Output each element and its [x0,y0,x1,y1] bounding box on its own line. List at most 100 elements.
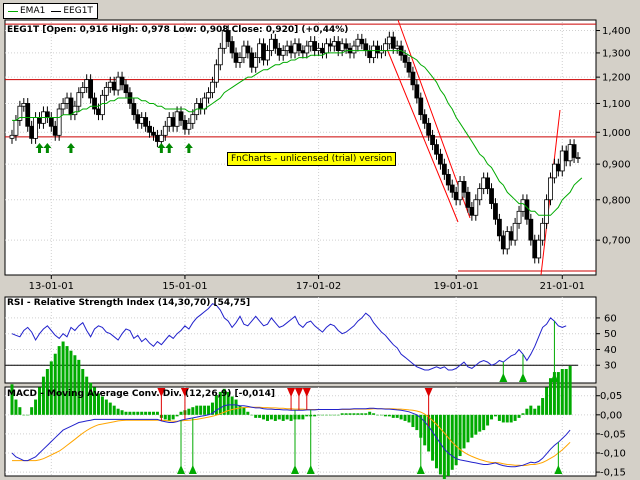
macd-hist-bar [497,414,501,421]
candle-body [284,45,290,52]
candle-body [68,97,74,116]
macd-hist-bar [273,414,277,421]
candle-body [552,163,557,179]
macd-hist-bar [568,365,572,415]
macd-hist-bar [65,346,69,415]
legend-item-ema[interactable]: EMA1 [8,6,45,16]
price-y-tick-label: 0,900 [602,160,631,171]
candle-body [540,222,546,241]
macd-hist-bar [383,414,387,417]
candle-body [92,97,97,110]
macd-hist-bar [199,405,203,415]
candle-body [119,76,125,86]
candle-body [320,47,325,54]
candle-body [261,43,266,61]
price-x-axis: 13-01-01 15-01-01 17-01-02 19-01-01 21-01-01 [29,275,585,292]
macd-hist-bar [474,414,478,435]
candle-body [390,36,396,49]
candle-body [335,41,341,52]
macd-y-tick-label: 0,05 [600,391,622,402]
candle-body [331,41,337,47]
macd-hist-bar [234,399,238,415]
macd-hist-bar [482,414,486,431]
macd-hist-bar [124,411,128,415]
macd-hist-bar [537,405,541,415]
macd-hist-bar [136,411,140,415]
candle-body [445,173,451,186]
candle-body [25,103,31,127]
candle-body [190,114,196,124]
macd-hist-bar [230,396,234,415]
candle-body [308,41,314,47]
macd-hist-bar [167,414,171,421]
macd-hist-bar [501,414,505,423]
candle-body [504,231,510,250]
macd-hist-bar [175,414,179,417]
macd-hist-bar [238,405,242,415]
legend-item-price[interactable]: EEG1T [51,6,93,16]
macd-hist-bar [415,414,419,431]
macd-hist-bar [140,411,144,415]
candle-body [410,71,416,86]
macd-hist-bar [328,414,332,416]
macd-hist-bar [411,414,415,428]
candle-body [532,239,538,259]
macd-hist-bar [53,353,57,415]
macd-hist-bar [493,414,497,417]
macd-hist-bar [533,408,537,415]
rsi-plot-area [4,296,597,384]
macd-hist-bar [321,414,325,416]
candle-body [155,134,160,142]
candle-body [485,177,490,190]
candle-body [107,81,113,88]
candle-body [394,45,400,49]
candle-body [56,108,62,136]
macd-hist-bar [529,405,533,415]
macd-hist-bar [340,413,344,415]
candle-body [371,45,377,59]
candle-body [461,181,467,193]
macd-y-axis: 0,05 0,00 -0,05 -0,10 -0,15 [596,391,626,479]
candle-body [528,218,534,241]
macd-hist-bar [57,346,61,415]
macd-hist-bar [556,372,560,415]
candle-body [272,38,278,49]
macd-hist-bar [163,414,167,420]
macd-hist-bar [195,405,199,415]
macd-y-tick-label: 0,00 [600,410,622,421]
candle-body [265,50,270,61]
macd-hist-bar [26,414,30,416]
candle-body [355,38,361,47]
candle-body [76,92,82,107]
candle-body [343,43,349,49]
macd-hist-bar [344,413,348,415]
macd-hist-bar [30,407,34,415]
candle-body [477,188,483,201]
candle-body [575,157,581,159]
candle-body [147,125,152,133]
candle-body [139,117,145,124]
rsi-y-axis: 30 40 50 60 [596,313,617,372]
candle-body [481,177,487,190]
candle-body [351,45,357,54]
candle-body [457,181,463,201]
candle-body [182,120,188,130]
macd-hist-bar [379,414,383,416]
candle-body [524,199,530,220]
candle-body [84,79,90,88]
candle-body [571,144,577,158]
candle-body [296,43,302,52]
legend-label-ema: EMA1 [20,6,46,16]
macd-hist-bar [155,411,159,415]
macd-hist-bar [262,414,266,420]
candle-body [64,97,70,104]
macd-hist-bar [364,413,368,415]
macd-hist-bar [490,414,494,420]
macd-hist-bar [242,407,246,415]
candle-body [544,199,549,224]
macd-hist-bar [545,387,549,415]
macd-hist-bar [509,414,513,423]
macd-hist-bar [144,411,148,415]
macd-y-tick-label: -0,05 [600,429,626,440]
macd-hist-bar [525,408,529,415]
